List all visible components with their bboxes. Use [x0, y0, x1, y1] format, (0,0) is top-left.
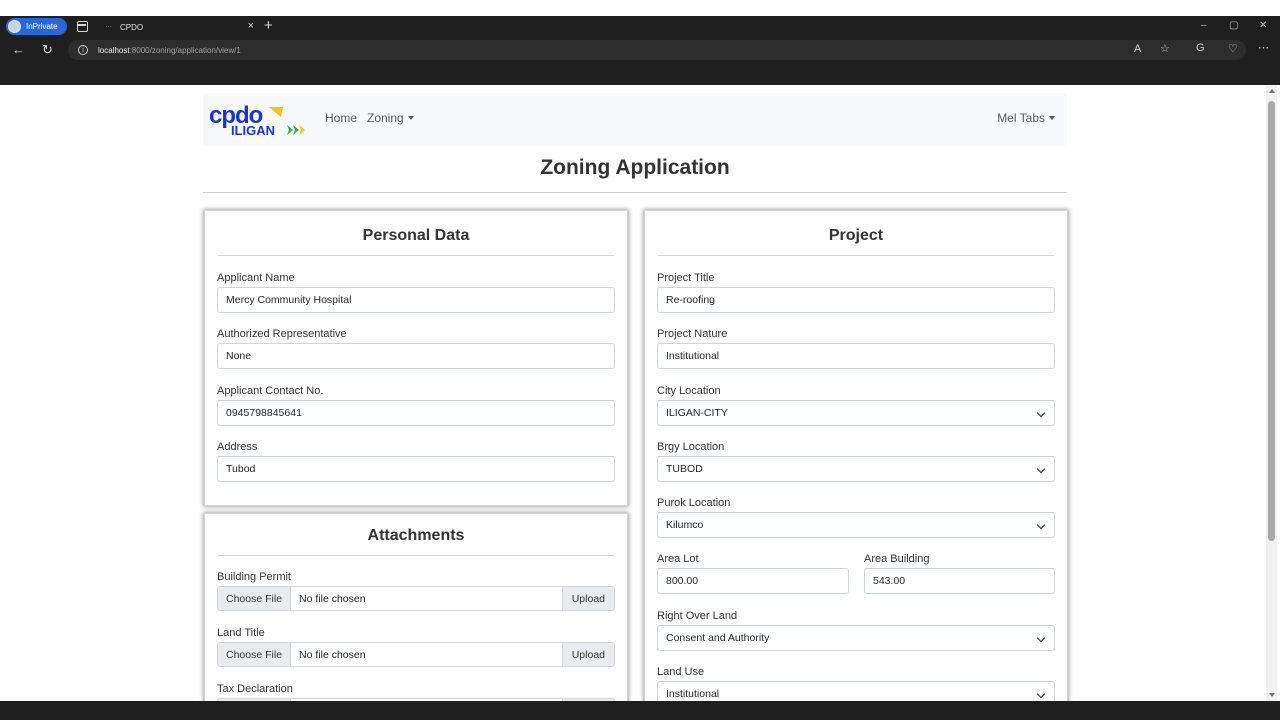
area-building-input[interactable]: 543.00	[864, 568, 1055, 594]
caret-down-icon	[407, 116, 414, 120]
file-status: No file chosen	[299, 592, 366, 605]
address-row: ← ↻ i localhost :8000/zoning/application…	[0, 38, 1280, 62]
url-path: :8000/zoning/application/view/1	[129, 45, 241, 55]
project-nature-input[interactable]: Institutional	[657, 343, 1055, 369]
card-divider	[218, 255, 614, 256]
site-info-icon[interactable]: i	[78, 45, 88, 55]
extension-icon[interactable]: G	[1196, 42, 1205, 54]
purok-location-select[interactable]: Kilumco	[657, 512, 1055, 538]
tab-bar: InPrivate ⋯ CPDO × + – ▢ ✕	[0, 16, 1280, 38]
tab-close-icon[interactable]: ×	[248, 20, 254, 32]
profile-icon	[8, 20, 21, 33]
restore-icon[interactable]: ▢	[1229, 20, 1238, 31]
area-lot-label: Area Lot	[657, 553, 699, 565]
top-strip	[0, 0, 1280, 16]
card-divider	[658, 255, 1054, 256]
copilot-icon[interactable]: ♡	[1228, 42, 1238, 55]
minimize-icon[interactable]: –	[1201, 20, 1207, 31]
new-tab-icon[interactable]: +	[264, 17, 273, 34]
personal-data-card: Personal Data Applicant Name Mercy Commu…	[204, 210, 628, 506]
area-building-label: Area Building	[864, 553, 930, 565]
authorized-representative-input[interactable]: None	[217, 343, 615, 369]
more-menu-icon[interactable]: ⋯	[1258, 41, 1269, 54]
upload-button[interactable]: Upload	[561, 587, 614, 610]
svg-text:ILIGAN: ILIGAN	[231, 123, 275, 137]
caret-down-icon	[1049, 116, 1055, 120]
user-name: Mel Tabs	[997, 111, 1045, 125]
scroll-up-icon[interactable]	[1269, 89, 1275, 93]
page-scrollbar[interactable]	[1266, 85, 1277, 701]
file-status: No file chosen	[299, 648, 366, 661]
address-bar[interactable]: i localhost :8000/zoning/application/vie…	[68, 40, 1246, 60]
attachments-card: Attachments Building Permit Choose File …	[204, 513, 628, 701]
url-host: localhost	[98, 45, 130, 55]
nav-zoning-dropdown[interactable]: Zoning	[367, 111, 414, 125]
favorite-star-icon[interactable]: ☆	[1160, 42, 1170, 55]
site-navbar: cpdo ILIGAN Home Zoning Mel Tabs	[203, 93, 1067, 146]
right-over-land-label: Right Over Land	[657, 610, 738, 622]
title-divider	[203, 192, 1067, 193]
favicon-icon: ⋯	[105, 24, 112, 31]
browser-chrome: InPrivate ⋯ CPDO × + – ▢ ✕ ← ↻ i localho…	[0, 16, 1280, 85]
brgy-location-label: Brgy Location	[657, 441, 725, 453]
choose-file-button[interactable]: Choose File	[218, 587, 292, 610]
applicant-name-input[interactable]: Mercy Community Hospital	[217, 287, 615, 313]
choose-file-button[interactable]: Choose File	[218, 643, 292, 666]
contact-number-label: Applicant Contact No.	[217, 385, 324, 397]
inprivate-badge[interactable]: InPrivate	[6, 18, 67, 35]
address-input[interactable]: Tubod	[217, 456, 615, 482]
address-label: Address	[217, 441, 258, 453]
attachments-title: Attachments	[367, 527, 465, 544]
read-aloud-icon[interactable]: A	[1134, 43, 1141, 55]
inprivate-label: InPrivate	[26, 22, 58, 31]
scrollbar-thumb[interactable]	[1268, 101, 1275, 541]
project-title-input[interactable]: Re-roofing	[657, 287, 1055, 313]
close-window-icon[interactable]: ✕	[1259, 20, 1267, 31]
land-title-file-input: Choose File No file chosen Upload	[217, 642, 615, 667]
personal-data-title: Personal Data	[362, 227, 470, 244]
brgy-location-select[interactable]: TUBOD	[657, 456, 1055, 482]
card-divider	[218, 555, 614, 556]
applicant-name-label: Applicant Name	[217, 272, 295, 284]
bottom-strip	[0, 701, 1280, 720]
tab-actions-icon[interactable]	[77, 21, 88, 32]
tax-declaration-label: Tax Declaration	[217, 683, 293, 695]
page-title: Zoning Application	[540, 156, 730, 179]
nav-home-link[interactable]: Home	[325, 111, 357, 125]
land-use-label: Land Use	[657, 666, 705, 678]
city-location-label: City Location	[657, 385, 721, 397]
area-lot-input[interactable]: 800.00	[657, 568, 849, 594]
project-card: Project Project Title Re-roofing Project…	[644, 210, 1068, 701]
city-location-select[interactable]: ILIGAN-CITY	[657, 400, 1055, 426]
project-title-label: Project Title	[657, 272, 715, 284]
user-menu-dropdown[interactable]: Mel Tabs	[997, 111, 1055, 125]
right-over-land-select[interactable]: Consent and Authority	[657, 625, 1055, 651]
cpdo-logo[interactable]: cpdo ILIGAN	[209, 102, 313, 138]
land-title-label: Land Title	[217, 627, 265, 639]
purok-location-label: Purok Location	[657, 497, 731, 509]
page-viewport: cpdo ILIGAN Home Zoning Mel Tabs Zoning …	[3, 85, 1266, 701]
building-permit-file-input: Choose File No file chosen Upload	[217, 586, 615, 611]
browser-tab[interactable]: ⋯ CPDO ×	[100, 16, 260, 38]
back-icon[interactable]: ←	[12, 42, 25, 57]
refresh-icon[interactable]: ↻	[42, 42, 53, 58]
land-use-select[interactable]: Institutional	[657, 681, 1055, 701]
project-title-heading: Project	[828, 227, 884, 244]
building-permit-label: Building Permit	[217, 571, 291, 583]
upload-button[interactable]: Upload	[561, 643, 614, 666]
scroll-down-icon[interactable]	[1269, 693, 1275, 697]
project-nature-label: Project Nature	[657, 328, 728, 340]
contact-number-input[interactable]: 0945798845641	[217, 400, 615, 426]
tab-title: CPDO	[120, 22, 144, 32]
authorized-representative-label: Authorized Representative	[217, 328, 347, 340]
nav-zoning-label: Zoning	[367, 111, 404, 125]
